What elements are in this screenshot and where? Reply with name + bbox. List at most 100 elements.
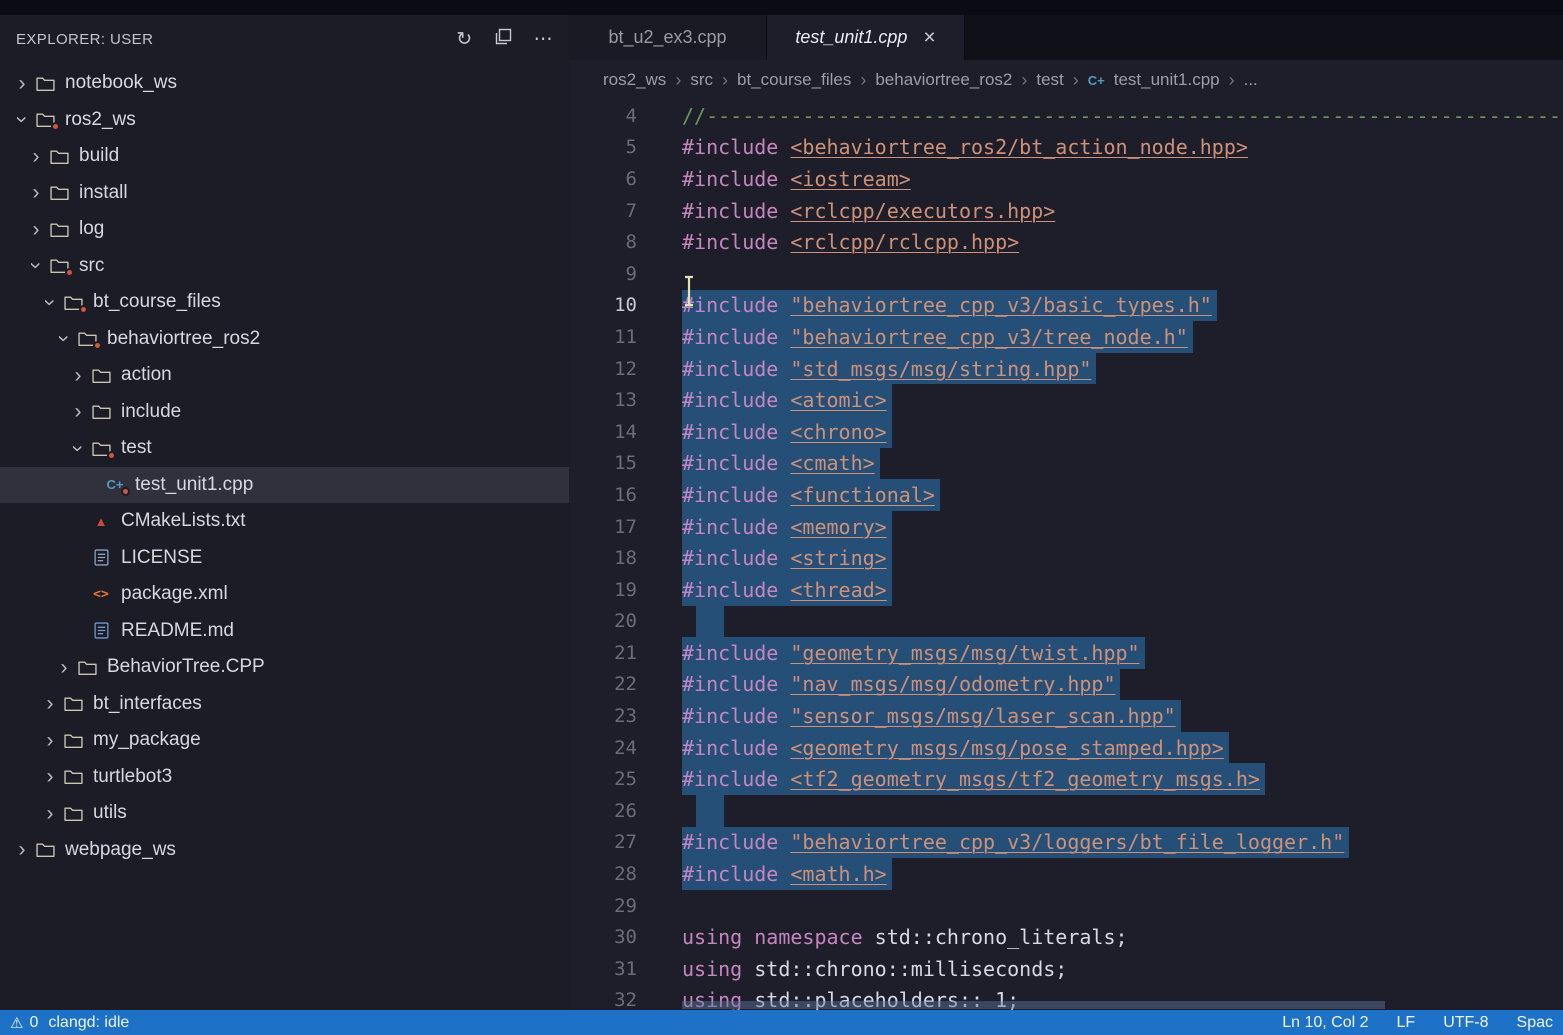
eol-indicator[interactable]: LF [1397, 1014, 1416, 1032]
tree-item-LICENSE[interactable]: LICENSE [0, 540, 569, 577]
code-line-5[interactable]: 5#include <behaviortree_ros2/bt_action_n… [569, 132, 1563, 164]
tree-item-bt_course_files[interactable]: ›bt_course_files [0, 284, 569, 321]
tree-item-my_package[interactable]: ›my_package [0, 722, 569, 759]
code-line-24[interactable]: 24#include <geometry_msgs/msg/pose_stamp… [569, 732, 1563, 764]
code-line-15[interactable]: 15#include <cmath> [569, 448, 1563, 480]
line-content[interactable]: #include <chrono> [682, 416, 892, 448]
line-content[interactable]: #include <thread> [682, 574, 892, 606]
code-line-18[interactable]: 18#include <string> [569, 542, 1563, 574]
chevron-right-icon[interactable]: › [66, 365, 90, 386]
chevron-right-icon[interactable]: › [38, 730, 62, 751]
line-content[interactable]: #include "behaviortree_cpp_v3/basic_type… [682, 290, 1217, 322]
tree-item-bt_interfaces[interactable]: ›bt_interfaces [0, 686, 569, 723]
chevron-down-icon[interactable]: › [54, 327, 75, 351]
breadcrumb-item-test[interactable]: test [1036, 70, 1063, 90]
tree-item-BehaviorTree.CPP[interactable]: ›BehaviorTree.CPP [0, 649, 569, 686]
code-line-26[interactable]: 26 [569, 795, 1563, 827]
code-line-29[interactable]: 29 [569, 890, 1563, 922]
tree-item-notebook_ws[interactable]: ›notebook_ws [0, 65, 569, 102]
tree-item-build[interactable]: ›build [0, 138, 569, 175]
tree-item-utils[interactable]: ›utils [0, 795, 569, 832]
line-content[interactable]: using namespace std::chrono_literals; [682, 921, 1128, 953]
code-line-6[interactable]: 6#include <iostream> [569, 163, 1563, 195]
code-line-21[interactable]: 21#include "geometry_msgs/msg/twist.hpp" [569, 637, 1563, 669]
breadcrumb-item-src[interactable]: src [690, 70, 713, 90]
breadcrumb-item-bt_course_files[interactable]: bt_course_files [737, 70, 851, 90]
line-content[interactable]: #include <cmath> [682, 448, 880, 480]
line-content[interactable]: #include <tf2_geometry_msgs/tf2_geometry… [682, 763, 1265, 795]
line-content[interactable]: #include "nav_msgs/msg/odometry.hpp" [682, 669, 1120, 701]
close-icon[interactable]: × [923, 27, 935, 48]
line-content[interactable]: #include "behaviortree_cpp_v3/loggers/bt… [682, 827, 1349, 859]
chevron-right-icon[interactable]: › [52, 657, 76, 678]
chevron-right-icon[interactable]: › [24, 219, 48, 240]
line-content[interactable]: #include "behaviortree_cpp_v3/tree_node.… [682, 321, 1193, 353]
line-content[interactable]: #include <behaviortree_ros2/bt_action_no… [682, 132, 1248, 164]
tree-item-install[interactable]: ›install [0, 175, 569, 212]
line-content[interactable]: #include <rclcpp/rclcpp.hpp> [682, 226, 1019, 258]
code-line-14[interactable]: 14#include <chrono> [569, 416, 1563, 448]
line-content[interactable]: #include <iostream> [682, 163, 911, 195]
chevron-right-icon[interactable]: › [38, 693, 62, 714]
code-line-17[interactable]: 17#include <memory> [569, 511, 1563, 543]
code-line-23[interactable]: 23#include "sensor_msgs/msg/laser_scan.h… [569, 700, 1563, 732]
line-content[interactable]: using std::chrono::milliseconds; [682, 953, 1067, 985]
code-line-16[interactable]: 16#include <functional> [569, 479, 1563, 511]
chevron-right-icon[interactable]: › [10, 839, 34, 860]
code-line-13[interactable]: 13#include <atomic> [569, 384, 1563, 416]
code-line-8[interactable]: 8#include <rclcpp/rclcpp.hpp> [569, 226, 1563, 258]
tree-item-test_unit1.cpp[interactable]: C+test_unit1.cpp [0, 467, 569, 504]
tab-test_unit1[interactable]: test_unit1.cpp × [767, 15, 965, 60]
chevron-right-icon[interactable]: › [24, 182, 48, 203]
line-content[interactable]: #include <rclcpp/executors.hpp> [682, 195, 1055, 227]
tree-item-log[interactable]: ›log [0, 211, 569, 248]
code-line-12[interactable]: 12#include "std_msgs/msg/string.hpp" [569, 353, 1563, 385]
more-actions-icon[interactable]: ⋯ [534, 28, 553, 51]
tree-item-README.md[interactable]: README.md [0, 613, 569, 650]
code-line-31[interactable]: 31using std::chrono::milliseconds; [569, 953, 1563, 985]
chevron-down-icon[interactable]: › [12, 108, 33, 132]
tree-item-turtlebot3[interactable]: ›turtlebot3 [0, 759, 569, 796]
breadcrumb-item-test_unit1.cpp[interactable]: test_unit1.cpp [1114, 70, 1220, 90]
tree-item-webpage_ws[interactable]: ›webpage_ws [0, 832, 569, 869]
refresh-icon[interactable]: ↻ [456, 28, 472, 51]
code-line-4[interactable]: 4//-------------------------------------… [569, 100, 1563, 132]
breadcrumb-item-behaviortree_ros2[interactable]: behaviortree_ros2 [875, 70, 1012, 90]
line-content[interactable]: #include <string> [682, 542, 892, 574]
code-line-10[interactable]: 10#include "behaviortree_cpp_v3/basic_ty… [569, 290, 1563, 322]
chevron-right-icon[interactable]: › [38, 803, 62, 824]
line-content[interactable]: #include "std_msgs/msg/string.hpp" [682, 353, 1096, 385]
breadcrumb-item-ros2_ws[interactable]: ros2_ws [603, 70, 666, 90]
tree-item-src[interactable]: ›src [0, 248, 569, 285]
line-content[interactable]: //--------------------------------------… [682, 100, 1563, 132]
chevron-right-icon[interactable]: › [10, 73, 34, 94]
code-line-9[interactable]: 9 [569, 258, 1563, 290]
code-editor[interactable]: 4//-------------------------------------… [569, 100, 1563, 1010]
tree-item-behaviortree_ros2[interactable]: ›behaviortree_ros2 [0, 321, 569, 358]
chevron-right-icon[interactable]: › [66, 401, 90, 422]
chevron-right-icon[interactable]: › [24, 146, 48, 167]
code-line-25[interactable]: 25#include <tf2_geometry_msgs/tf2_geomet… [569, 763, 1563, 795]
line-content[interactable] [696, 606, 724, 638]
encoding-indicator[interactable]: UTF-8 [1443, 1014, 1488, 1032]
chevron-down-icon[interactable]: › [26, 254, 47, 278]
code-line-27[interactable]: 27#include "behaviortree_cpp_v3/loggers/… [569, 827, 1563, 859]
tree-item-include[interactable]: ›include [0, 394, 569, 431]
line-content[interactable] [696, 795, 724, 827]
problems-indicator[interactable]: ⚠ 0 [10, 1014, 38, 1032]
tree-item-ros2_ws[interactable]: ›ros2_ws [0, 102, 569, 139]
cursor-position[interactable]: Ln 10, Col 2 [1282, 1014, 1368, 1032]
indentation-indicator[interactable]: Spac [1517, 1014, 1553, 1032]
line-content[interactable]: #include <atomic> [682, 384, 892, 416]
chevron-down-icon[interactable]: › [68, 436, 89, 460]
line-content[interactable]: #include <geometry_msgs/msg/pose_stamped… [682, 732, 1229, 764]
line-content[interactable]: #include <memory> [682, 511, 892, 543]
code-line-22[interactable]: 22#include "nav_msgs/msg/odometry.hpp" [569, 669, 1563, 701]
code-line-7[interactable]: 7#include <rclcpp/executors.hpp> [569, 195, 1563, 227]
line-content[interactable]: #include "geometry_msgs/msg/twist.hpp" [682, 637, 1145, 669]
chevron-right-icon[interactable]: › [38, 766, 62, 787]
tree-item-action[interactable]: ›action [0, 357, 569, 394]
code-line-28[interactable]: 28#include <math.h> [569, 858, 1563, 890]
code-line-11[interactable]: 11#include "behaviortree_cpp_v3/tree_nod… [569, 321, 1563, 353]
code-line-20[interactable]: 20 [569, 606, 1563, 638]
